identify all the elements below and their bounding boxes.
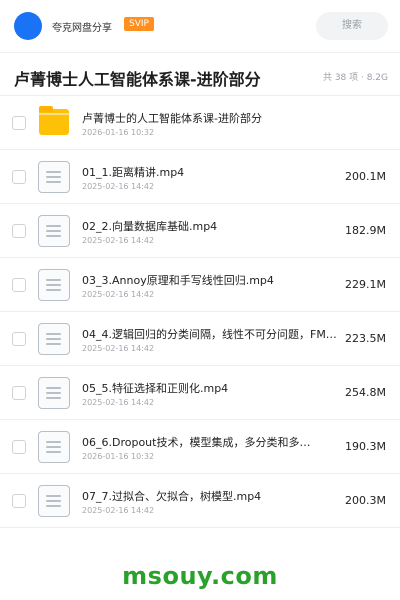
row-checkbox[interactable] [12, 386, 26, 400]
file-size: 229.1M [345, 278, 386, 291]
file-date: 2025-02-16 14:42 [82, 344, 155, 353]
file-size: 182.9M [345, 224, 386, 237]
file-size: 223.5M [345, 332, 386, 345]
file-name: 06_6.Dropout技术，模型集成，多分类和多… [82, 436, 311, 449]
file-date: 2025-02-16 14:42 [82, 398, 155, 407]
file-date: 2026-01-16 10:32 [82, 452, 155, 461]
row-checkbox[interactable] [12, 278, 26, 292]
page-title: 卢菁博士人工智能体系课-进阶部分 [14, 70, 261, 89]
file-name: 01_1.距离精讲.mp4 [82, 166, 185, 179]
folder-icon [38, 106, 70, 139]
search-button[interactable]: 搜索 [316, 12, 388, 40]
item-summary: 共 38 项 · 8.2G [322, 73, 388, 83]
file-date: 2025-02-16 14:42 [82, 290, 155, 299]
row-checkbox[interactable] [12, 170, 26, 184]
file-name: 07_7.过拟合、欠拟合，树模型.mp4 [82, 490, 262, 503]
top-bar: 夸克网盘分享 SVIP 搜索 [0, 0, 400, 52]
file-date: 2025-02-16 14:42 [82, 236, 155, 245]
watermark-text: msouy.com [122, 562, 278, 590]
row-checkbox[interactable] [12, 224, 26, 238]
document-icon [38, 377, 70, 409]
file-name: 02_2.向量数据库基础.mp4 [82, 220, 218, 233]
document-icon [38, 485, 70, 517]
file-row[interactable]: 06_6.Dropout技术，模型集成，多分类和多… 2026-01-16 10:… [0, 420, 400, 474]
file-name: 05_5.特征选择和正则化.mp4 [82, 382, 229, 395]
document-icon [38, 431, 70, 463]
document-icon [38, 269, 70, 301]
document-icon [38, 215, 70, 247]
share-name: 夸克网盘分享 [52, 23, 112, 34]
row-checkbox[interactable] [12, 494, 26, 508]
file-date: 2025-02-16 14:42 [82, 182, 155, 191]
file-size: 200.1M [345, 170, 386, 183]
file-list: 卢菁博士的人工智能体系课-进阶部分 2026-01-16 10:32 01_1.距离… [0, 96, 400, 528]
row-checkbox[interactable] [12, 332, 26, 346]
document-icon [38, 161, 70, 193]
svip-badge: SVIP [124, 17, 154, 31]
file-name: 卢菁博士的人工智能体系课-进阶部分 [82, 112, 262, 125]
file-name: 04_4.逻辑回归的分类间隔，线性不可分问题，FM… [82, 328, 337, 341]
file-size: 200.3M [345, 494, 386, 507]
file-row[interactable]: 01_1.距离精讲.mp4 2025-02-16 14:42 200.1M [0, 150, 400, 204]
folder-title-bar: 卢菁博士人工智能体系课-进阶部分 共 38 项 · 8.2G [0, 54, 400, 96]
file-row[interactable]: 05_5.特征选择和正则化.mp4 2025-02-16 14:42 254.8M [0, 366, 400, 420]
file-row[interactable]: 03_3.Annoy原理和手写线性回归.mp4 2025-02-16 14:42 2… [0, 258, 400, 312]
row-checkbox[interactable] [12, 116, 26, 130]
file-size: 190.3M [345, 440, 386, 453]
document-icon [38, 323, 70, 355]
file-row[interactable]: 02_2.向量数据库基础.mp4 2025-02-16 14:42 182.9M [0, 204, 400, 258]
file-name: 03_3.Annoy原理和手写线性回归.mp4 [82, 274, 274, 287]
file-date: 2025-02-16 14:42 [82, 506, 155, 515]
avatar[interactable] [14, 12, 42, 40]
file-date: 2026-01-16 10:32 [82, 128, 155, 137]
file-row[interactable]: 07_7.过拟合、欠拟合，树模型.mp4 2025-02-16 14:42 200.… [0, 474, 400, 528]
folder-row[interactable]: 卢菁博士的人工智能体系课-进阶部分 2026-01-16 10:32 [0, 96, 400, 150]
file-size: 254.8M [345, 386, 386, 399]
row-checkbox[interactable] [12, 440, 26, 454]
file-row[interactable]: 04_4.逻辑回归的分类间隔，线性不可分问题，FM… 2025-02-16 14:… [0, 312, 400, 366]
header-divider [0, 52, 400, 53]
